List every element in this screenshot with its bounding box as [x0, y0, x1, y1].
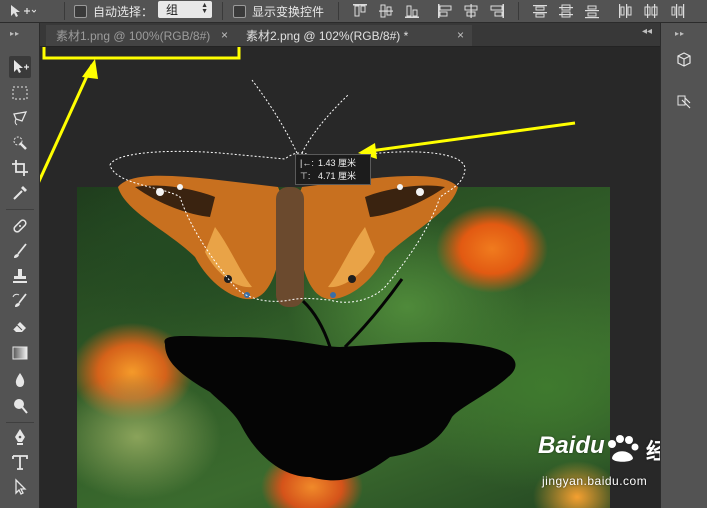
gradient-tool-button[interactable] [9, 342, 31, 364]
brush-tool-icon [14, 243, 27, 258]
distribute-top-icon [533, 5, 547, 18]
path-select-tool-button[interactable] [9, 476, 31, 498]
watermark-brand: Baidu [538, 432, 605, 459]
move-tool-icon [11, 5, 36, 17]
show-transform-checkbox[interactable] [233, 4, 246, 18]
auto-select-option[interactable]: 自动选择： [74, 0, 153, 22]
auto-select-target-value: 组 [166, 3, 179, 17]
butterfly-image [118, 175, 458, 307]
distribute-vcenter-button[interactable] [558, 3, 574, 19]
distribute-bottom-icon [585, 5, 599, 19]
eyedropper-tool-icon [13, 186, 27, 200]
butterfly-silhouette-cutout [164, 278, 516, 481]
align-left-edges-button[interactable] [437, 3, 453, 19]
gradient-tool-icon [12, 346, 28, 360]
document-tabs: 素材1.png @ 100%(RGB/8#) × 素材2.png @ 102%(… [40, 23, 660, 47]
dodge-tool-button[interactable] [9, 395, 31, 417]
distribute-hcenter-button[interactable] [643, 3, 659, 19]
tab-document-1-label: 素材1.png @ 100%(RGB/8#) [56, 29, 211, 43]
move-tool-preset[interactable] [8, 0, 36, 22]
healing-brush-tool-icon [13, 219, 27, 233]
dy-value: 4.71 厘米 [318, 171, 357, 181]
collapse-panels-icon[interactable]: ◂◂ [642, 26, 652, 37]
pen-tool-button[interactable] [9, 426, 31, 448]
layers-panel-button[interactable] [673, 91, 695, 113]
baidu-watermark: Baidu 经验 jingyan.baidu.com [538, 432, 660, 496]
auto-select-target-dropdown[interactable]: 组 ▲ ▼ [158, 1, 212, 18]
watermark-url: jingyan.baidu.com [542, 474, 648, 488]
clone-stamp-tool-icon [13, 269, 27, 283]
panel-grip-icon[interactable]: ▸▸ [10, 29, 20, 38]
auto-select-label: 自动选择： [93, 4, 154, 19]
blur-tool-button[interactable] [9, 369, 31, 391]
dx-key: |←: [300, 158, 314, 168]
marquee-tool-icon [12, 86, 28, 100]
align-left-icon [438, 4, 452, 18]
align-hcenter-icon [464, 4, 478, 18]
eraser-tool-icon [12, 322, 26, 332]
history-brush-tool-icon [12, 293, 27, 307]
blur-tool-icon [15, 373, 25, 387]
distribute-right-icon [671, 4, 685, 18]
dx-value: 1.43 厘米 [318, 158, 357, 168]
dropdown-arrows-icon: ▲ ▼ [201, 2, 208, 15]
auto-select-checkbox[interactable] [74, 4, 87, 18]
marquee-tool-button[interactable] [9, 82, 31, 104]
lasso-tool-button[interactable] [9, 107, 31, 129]
watermark-brand-suffix: 经验 [646, 439, 660, 464]
align-right-icon [490, 4, 504, 18]
paw-logo-icon [608, 435, 639, 462]
distribute-left-icon [619, 4, 632, 18]
align-vertical-centers-button[interactable] [378, 3, 394, 19]
3d-cube-icon [677, 52, 691, 67]
quick-select-tool-button[interactable] [9, 132, 31, 154]
crop-tool-button[interactable] [9, 157, 31, 179]
tab-document-2[interactable]: 素材2.png @ 102%(RGB/8#) * × [236, 25, 472, 46]
align-right-edges-button[interactable] [489, 3, 505, 19]
eyedropper-tool-button[interactable] [9, 182, 31, 204]
document-canvas[interactable]: |←: 1.43 厘米 ⊤: 4.71 厘米 Baidu 经验 jingyan.ba… [40, 47, 660, 508]
align-horizontal-centers-button[interactable] [463, 3, 479, 19]
lasso-tool-icon [13, 111, 28, 126]
panel-grip-icon[interactable]: ▸▸ [675, 29, 685, 38]
show-transform-option[interactable]: 显示变换控件 [233, 0, 324, 22]
distribute-top-button[interactable] [532, 3, 548, 19]
healing-brush-tool-button[interactable] [9, 215, 31, 237]
tab-document-2-label: 素材2.png @ 102%(RGB/8#) * [246, 29, 409, 43]
distribute-bottom-button[interactable] [584, 3, 600, 19]
layers-panel-icon [677, 95, 691, 109]
move-offset-tooltip: |←: 1.43 厘米 ⊤: 4.71 厘米 [295, 154, 371, 185]
distribute-vcenter-icon [559, 4, 573, 18]
show-transform-label: 显示变换控件 [252, 4, 325, 19]
right-panel-dock: ▸▸ [660, 23, 707, 508]
pen-tool-icon [15, 429, 25, 445]
tools-panel: ▸▸ [0, 23, 40, 508]
tab-document-2-close-icon[interactable]: × [457, 28, 464, 42]
type-tool-button[interactable] [9, 451, 31, 473]
distribute-right-button[interactable] [669, 3, 685, 19]
tab-document-1-close-icon[interactable]: × [221, 28, 228, 42]
3d-panel-button[interactable] [673, 49, 695, 71]
path-select-tool-icon [15, 478, 27, 495]
align-top-edges-button[interactable] [352, 3, 368, 19]
distribute-left-button[interactable] [617, 3, 633, 19]
quick-select-tool-icon [13, 136, 27, 150]
options-bar: 自动选择： 组 ▲ ▼ 显示变换控件 [0, 0, 707, 23]
crop-tool-icon [12, 160, 28, 176]
eraser-tool-button[interactable] [9, 315, 31, 337]
move-tool-icon [14, 60, 29, 73]
align-bottom-icon [405, 5, 419, 18]
brush-tool-button[interactable] [9, 240, 31, 262]
align-top-icon [353, 4, 367, 17]
tab-document-1[interactable]: 素材1.png @ 100%(RGB/8#) × [46, 25, 236, 46]
move-tool-button[interactable] [9, 56, 31, 78]
dy-key: ⊤: [300, 171, 311, 181]
clone-stamp-tool-button[interactable] [9, 265, 31, 287]
align-bottom-edges-button[interactable] [404, 3, 420, 19]
history-brush-tool-button[interactable] [9, 290, 31, 312]
distribute-hcenter-icon [644, 4, 658, 18]
align-vcenter-icon [379, 4, 393, 18]
dodge-tool-icon [14, 399, 28, 414]
type-tool-icon [12, 455, 28, 470]
